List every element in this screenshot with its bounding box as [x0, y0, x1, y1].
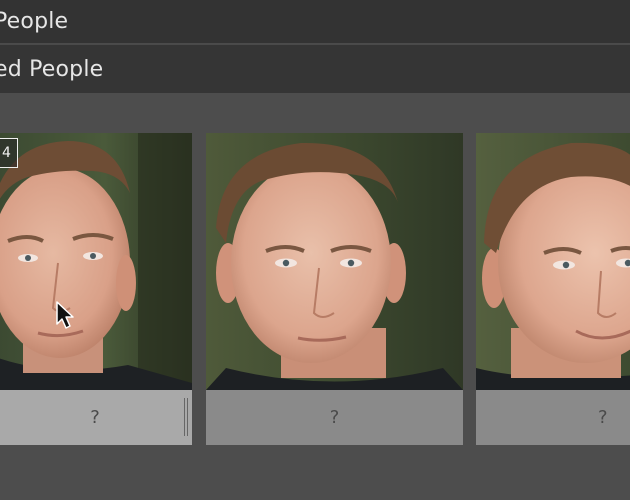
- people-section-header[interactable]: People: [0, 0, 630, 44]
- people-section-title: People: [0, 9, 69, 34]
- face-thumbnail[interactable]: [476, 133, 630, 390]
- unnamed-people-section-header[interactable]: ed People: [0, 45, 630, 93]
- face-name-field[interactable]: ?: [0, 390, 192, 445]
- face-name-field[interactable]: ?: [476, 390, 630, 445]
- face-card[interactable]: ?: [206, 133, 463, 445]
- face-card[interactable]: ?: [476, 133, 630, 445]
- face-name-field[interactable]: ?: [206, 390, 463, 445]
- resize-handle[interactable]: [184, 398, 188, 436]
- people-view: People ed People ? 4 ? ?: [0, 0, 630, 500]
- face-name-label: ?: [329, 407, 340, 428]
- unnamed-people-section-title: ed People: [0, 56, 104, 82]
- face-name-label: ?: [598, 407, 608, 428]
- face-card[interactable]: ?: [0, 133, 192, 445]
- face-name-label: ?: [90, 407, 100, 428]
- face-thumbnail[interactable]: [206, 133, 463, 390]
- mouse-cursor-icon: [55, 300, 77, 330]
- face-count-badge: 4: [0, 138, 18, 168]
- face-thumbnail[interactable]: [0, 133, 192, 390]
